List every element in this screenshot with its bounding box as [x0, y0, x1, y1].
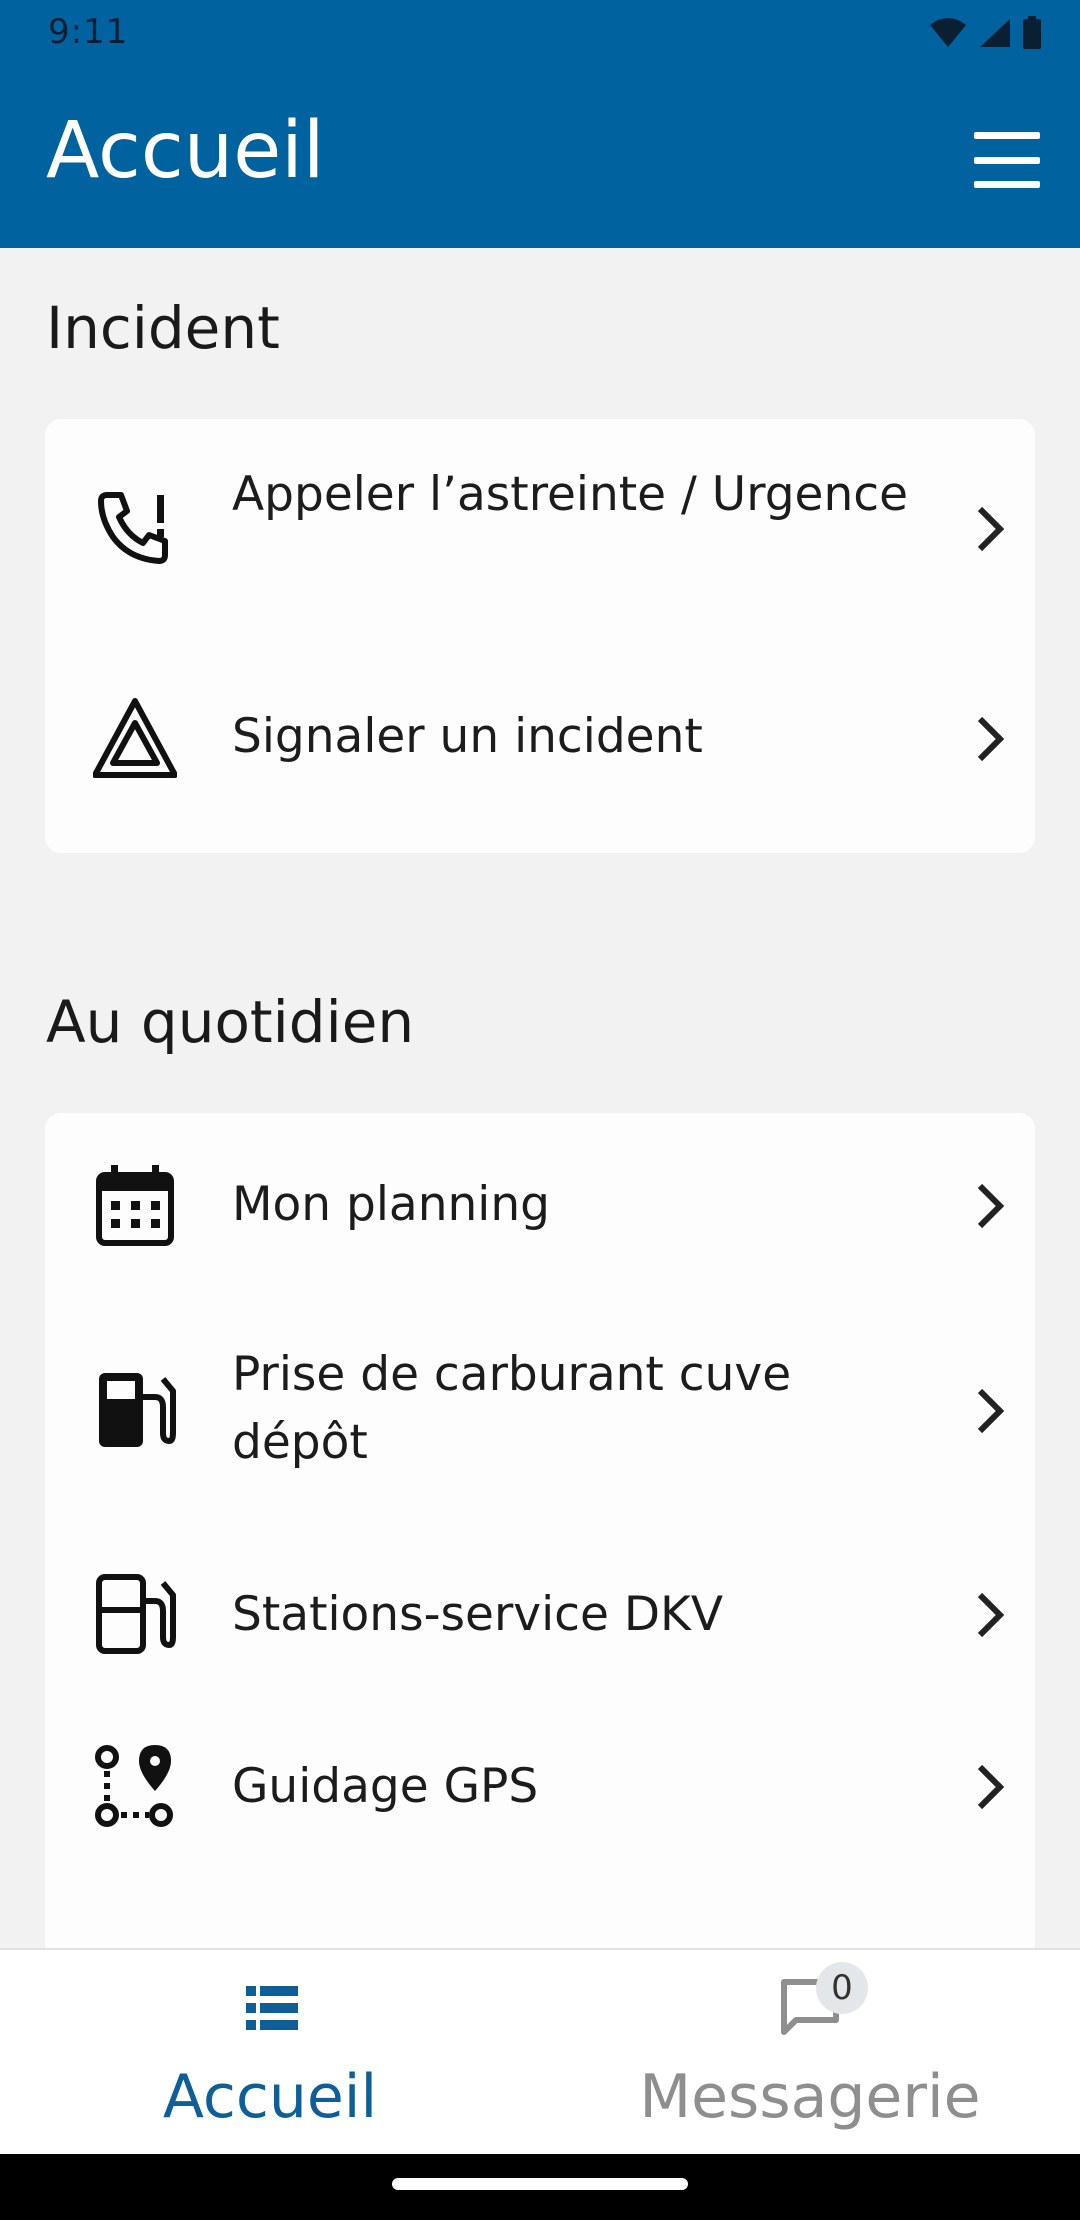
menu-icon — [974, 132, 1040, 139]
chevron-right-icon — [977, 1388, 1005, 1434]
warning-triangle-icon — [93, 698, 177, 778]
list-item-gps[interactable]: Guidage GPS — [45, 1709, 1035, 1895]
wifi-icon — [930, 18, 966, 47]
daily-card: Mon planning Prise de carburant cuve dép… — [45, 1113, 1035, 2013]
list-item-fuel-depot[interactable]: Prise de carburant cuve dépôt — [45, 1299, 1035, 1519]
chevron-right-icon — [977, 506, 1005, 552]
phone-alert-icon — [98, 492, 168, 564]
nav-tab-messages[interactable]: Messagerie — [540, 1950, 1080, 2156]
list-item-label: Signaler un incident — [232, 709, 703, 764]
section-title-daily: Au quotidien — [46, 988, 415, 1056]
battery-icon — [1023, 16, 1041, 49]
gesture-bar — [0, 2154, 1080, 2220]
route-icon — [95, 1745, 173, 1827]
menu-button[interactable] — [974, 132, 1040, 188]
list-item-planning[interactable]: Mon planning — [45, 1113, 1035, 1299]
list-item-dkv-stations[interactable]: Stations-service DKV — [45, 1519, 1035, 1709]
fuel-station-outline-icon — [96, 1574, 176, 1654]
chevron-right-icon — [977, 1592, 1005, 1638]
calendar-icon — [96, 1165, 174, 1246]
fuel-pump-icon — [99, 1373, 176, 1447]
nav-tab-home[interactable]: Accueil — [0, 1950, 540, 2156]
section-title-incident: Incident — [46, 294, 280, 362]
nav-label-messages: Messagerie — [639, 2062, 981, 2132]
list-item-label: Appeler l’astreinte / Urgence — [232, 467, 908, 522]
status-icons — [928, 16, 1042, 50]
list-item-label: Mon planning — [232, 1177, 550, 1232]
chevron-right-icon — [977, 1764, 1005, 1810]
page-title: Accueil — [46, 106, 325, 196]
bottom-navigation: Accueil Messagerie 0 — [0, 1948, 1080, 2156]
status-time: 9:11 — [48, 12, 129, 52]
list-item-label: Stations-service DKV — [232, 1587, 723, 1642]
app-bar: Accueil — [0, 66, 1080, 248]
list-item-call-emergency[interactable]: Appeler l’astreinte / Urgence — [45, 419, 1035, 639]
chevron-right-icon — [977, 716, 1005, 762]
list-item-label: Prise de carburant cuve dépôt — [232, 1347, 792, 1470]
home-indicator[interactable] — [392, 2178, 688, 2190]
list-icon — [246, 1986, 298, 2030]
list-item-report-incident[interactable]: Signaler un incident — [45, 639, 1035, 839]
nav-label-home: Accueil — [162, 2062, 378, 2132]
unread-count-badge: 0 — [816, 1962, 868, 2014]
status-bar: 9:11 — [0, 0, 1080, 66]
incident-card: Appeler l’astreinte / Urgence Signaler u… — [45, 419, 1035, 853]
list-item-label: Guidage GPS — [232, 1759, 539, 1814]
cell-signal-icon — [980, 19, 1010, 47]
chevron-right-icon — [977, 1183, 1005, 1229]
